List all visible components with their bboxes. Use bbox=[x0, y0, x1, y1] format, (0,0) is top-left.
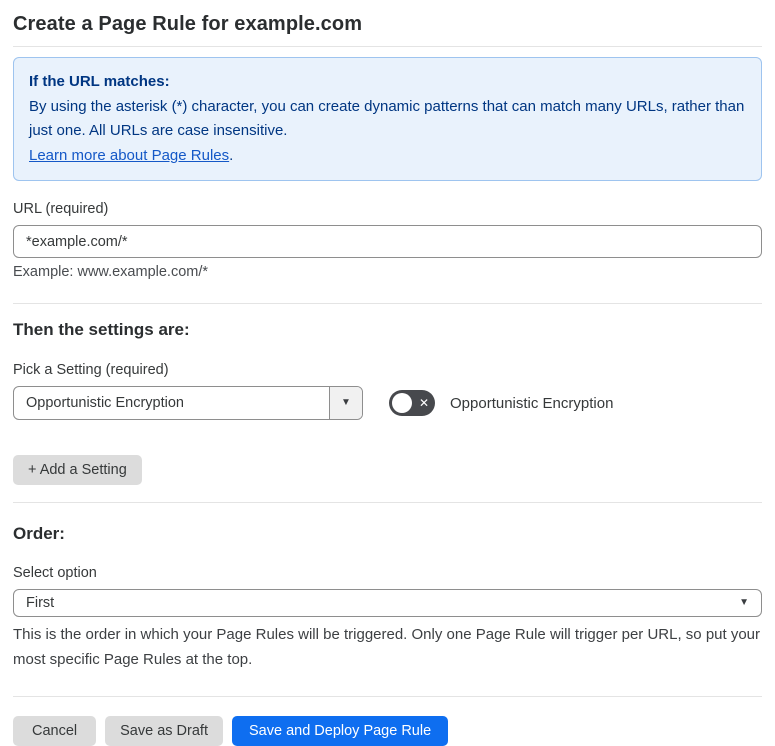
setting-select-arrow-button[interactable]: ▼ bbox=[329, 387, 362, 419]
link-suffix: . bbox=[229, 146, 234, 164]
order-select-label: Select option bbox=[13, 565, 97, 581]
setting-select[interactable]: Opportunistic Encryption ▼ bbox=[13, 386, 363, 420]
pick-setting-label: Pick a Setting (required) bbox=[13, 362, 169, 378]
toggle-knob bbox=[392, 393, 412, 413]
opportunistic-encryption-toggle[interactable]: ✕ bbox=[389, 390, 435, 416]
title-divider bbox=[13, 46, 762, 47]
create-page-rule-panel: Create a Page Rule for example.com If th… bbox=[0, 12, 775, 746]
learn-more-link[interactable]: Learn more about Page Rules bbox=[29, 147, 229, 164]
order-helper-text: This is the order in which your Page Rul… bbox=[13, 626, 761, 668]
url-input[interactable] bbox=[13, 225, 762, 258]
cancel-button[interactable]: Cancel bbox=[13, 716, 97, 746]
toggle-off-x-icon: ✕ bbox=[418, 396, 429, 410]
url-matches-info-box: If the URL matches: By using the asteris… bbox=[13, 57, 762, 181]
add-setting-button[interactable]: + Add a Setting bbox=[13, 455, 142, 485]
setting-select-value: Opportunistic Encryption bbox=[26, 395, 184, 411]
chevron-down-icon: ▼ bbox=[739, 597, 749, 608]
order-section-heading: Order: bbox=[13, 524, 65, 543]
url-example-helper: Example: www.example.com/* bbox=[13, 264, 209, 280]
save-and-deploy-button[interactable]: Save and Deploy Page Rule bbox=[231, 716, 449, 746]
info-box-link-line: Learn more about Page Rules. bbox=[29, 144, 746, 169]
footer-button-row: Cancel Save as Draft Save and Deploy Pag… bbox=[13, 716, 762, 746]
settings-section-heading: Then the settings are: bbox=[13, 320, 190, 339]
page-title: Create a Page Rule for example.com bbox=[13, 13, 363, 35]
order-select-value: First bbox=[26, 595, 55, 611]
info-box-body: By using the asterisk (*) character, you… bbox=[29, 97, 745, 140]
settings-section-divider bbox=[13, 502, 762, 503]
info-box-heading: If the URL matches: bbox=[29, 73, 170, 90]
chevron-down-icon: ▼ bbox=[341, 397, 351, 408]
url-field-label: URL (required) bbox=[13, 201, 109, 217]
toggle-label: Opportunistic Encryption bbox=[450, 394, 614, 412]
setting-row: Opportunistic Encryption ▼ ✕ Opportunist… bbox=[13, 386, 762, 420]
save-as-draft-button[interactable]: Save as Draft bbox=[105, 716, 223, 746]
url-section-divider bbox=[13, 303, 762, 304]
footer-divider bbox=[13, 696, 762, 697]
order-select[interactable]: First ▼ bbox=[13, 589, 762, 617]
